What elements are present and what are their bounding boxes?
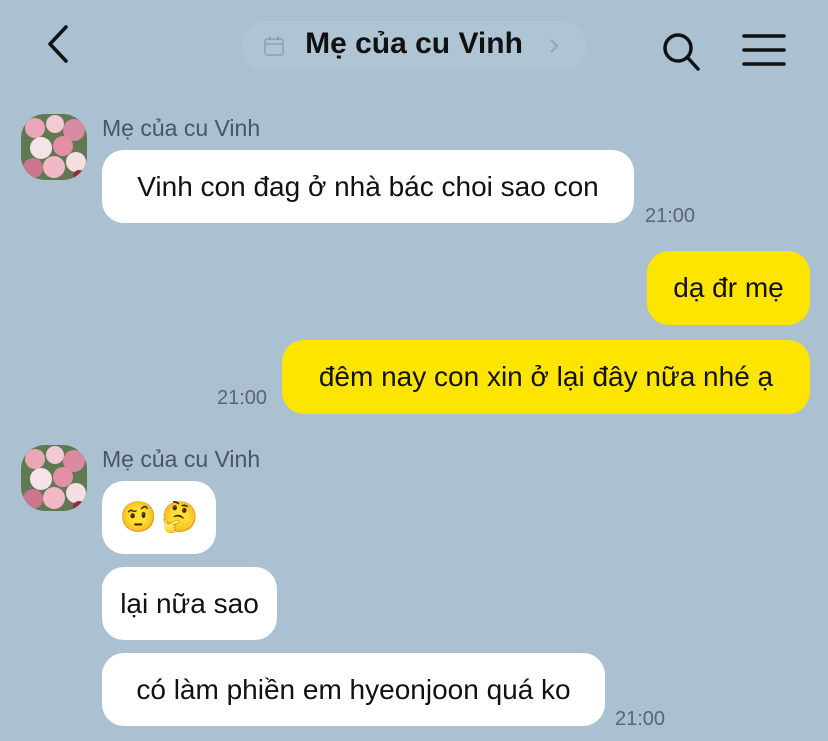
message-text: dạ đr mẹ (673, 272, 784, 303)
raised-eyebrow-emoji-icon: 🤨 (119, 500, 157, 534)
message-text: lại nữa sao (120, 587, 259, 619)
message-bubble-incoming[interactable]: lại nữa sao (102, 567, 277, 640)
search-icon (663, 33, 700, 71)
message-bubble-incoming[interactable]: 🤨 🤔 (102, 481, 216, 554)
sender-name: Mẹ của cu Vinh (102, 115, 261, 141)
message-text: đêm nay con xin ở lại đây nữa nhé ạ (318, 361, 774, 392)
message-bubble-incoming[interactable]: có làm phiền em hyeonjoon quá ko (102, 653, 605, 726)
chevron-right-icon (546, 36, 562, 56)
search-button[interactable] (660, 30, 702, 74)
chat-title: Mẹ của cu Vinh (305, 27, 523, 60)
thinking-face-emoji-icon: 🤔 (161, 500, 199, 534)
hamburger-menu-icon (742, 34, 786, 66)
message-bubble-outgoing[interactable]: dạ đr mẹ (647, 251, 810, 325)
message-timestamp: 21:00 (615, 708, 666, 730)
message-timestamp: 21:00 (217, 387, 268, 409)
emoji-row: 🤨 🤔 (102, 481, 216, 554)
avatar[interactable] (21, 114, 87, 180)
sender-name: Mẹ của cu Vinh (102, 446, 261, 472)
back-button[interactable] (40, 22, 80, 66)
message-bubble-outgoing[interactable]: đêm nay con xin ở lại đây nữa nhé ạ (282, 340, 810, 414)
message-timestamp: 21:00 (645, 205, 696, 227)
message-text: Vinh con đag ở nhà bác choi sao con (137, 170, 599, 202)
message-text: có làm phiền em hyeonjoon quá ko (136, 673, 571, 705)
message-bubble-incoming[interactable]: Vinh con đag ở nhà bác choi sao con (102, 150, 634, 223)
avatar[interactable] (21, 445, 87, 511)
chevron-left-icon (48, 25, 68, 63)
menu-button[interactable] (740, 30, 788, 70)
